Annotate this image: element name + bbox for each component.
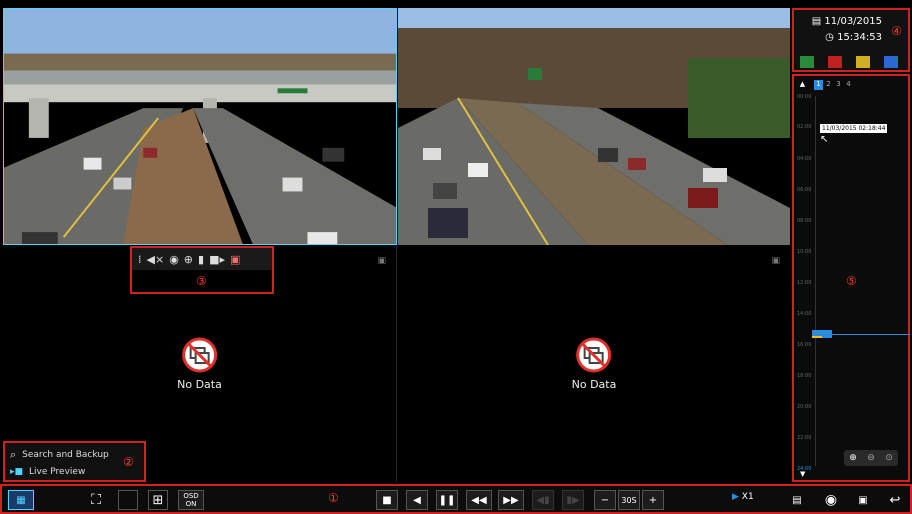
channel-tab-3[interactable]: 3 (834, 80, 843, 90)
mute-icon[interactable]: ◀× (147, 253, 165, 266)
snapshot-gallery-icon[interactable]: ▣ (852, 490, 874, 510)
close-image-icon[interactable]: ▣ (230, 253, 240, 266)
timeline-scroll-up-icon[interactable]: ▲ (798, 80, 807, 90)
search-icon: ⌕ (10, 447, 17, 461)
bottom-toolbar: ▦ ⛶ ⊞ OSD ON ① ■ ◀ ❚❚ ◀◀ ▶▶ ◀▮ ▮▶ − 30S … (0, 484, 912, 514)
speed-value: X1 (741, 492, 754, 502)
marker-5: ⑤ (846, 274, 857, 288)
time-tick: 12:00 (797, 280, 812, 286)
record-camera-icon: ▣ (771, 256, 780, 266)
marker-3: ③ (196, 274, 207, 288)
camera-view-2[interactable] (398, 8, 790, 245)
fast-forward-button[interactable]: ▶▶ (498, 490, 524, 510)
single-screen-icon[interactable] (118, 490, 138, 510)
timeline-panel[interactable]: ▲ 1 2 3 4 00:00 02:00 04:00 06:00 08:00 … (792, 74, 910, 482)
timeline-zoom-controls: ⊕ ⊖ ⊙ (844, 450, 898, 466)
event-list-icon[interactable]: ▤ (786, 490, 808, 510)
start-menu-icon[interactable]: ▦ (8, 490, 34, 510)
event-type-icons (800, 56, 898, 68)
pause-button[interactable]: ❚❚ (436, 490, 458, 510)
menu-item-label: Live Preview (29, 466, 86, 477)
date-display: ▤ 11/03/2015 (811, 16, 882, 27)
exit-icon[interactable]: ↩ (884, 490, 906, 510)
time-tick: 20:00 (797, 404, 812, 410)
interval-decrease-button[interactable]: − (594, 490, 616, 510)
zoom-reset-icon[interactable]: ⊙ (885, 453, 893, 463)
menu-item-label: Search and Backup (22, 449, 109, 460)
event-segment-ch1[interactable] (812, 336, 822, 338)
marker-1: ① (328, 491, 339, 505)
mouse-cursor-icon: ↖ (820, 134, 829, 145)
time-tick: 10:00 (797, 249, 812, 255)
channel-tab-1[interactable]: 1 (814, 80, 823, 90)
stop-button[interactable]: ■ (376, 490, 398, 510)
reverse-play-button[interactable]: ◀ (406, 490, 428, 510)
time-tick: 22:00 (797, 435, 812, 441)
time-tick: 02:00 (797, 124, 812, 130)
quad-screen-icon[interactable]: ⊞ (148, 490, 168, 510)
camera-view-1[interactable] (3, 8, 397, 245)
no-data-indicator: No Data (571, 337, 617, 391)
camera-toolbar: ⁞ ◀× ◉ ⊕ ▮ ■▸ ▣ ③ (130, 246, 274, 294)
manual-record-icon[interactable] (800, 56, 814, 68)
schedule-record-icon[interactable] (884, 56, 898, 68)
timeline-scroll-down-icon[interactable]: ▼ (800, 470, 805, 478)
time-tick: 18:00 (797, 373, 812, 379)
next-frame-button[interactable]: ▮▶ (562, 490, 584, 510)
osd-label: OSD (183, 492, 199, 500)
date-value: 11/03/2015 (824, 16, 882, 27)
zoom-in-icon[interactable]: ⊕ (184, 253, 193, 266)
rewind-button[interactable]: ◀◀ (466, 490, 492, 510)
time-tick: 04:00 (797, 156, 812, 162)
no-signal-icon (576, 337, 612, 373)
playback-speed: ▶ X1 (732, 492, 754, 502)
right-panel: ▤ 11/03/2015 ◷ 15:34:53 ④ ▲ 1 2 3 4 00:0… (792, 8, 910, 482)
interval-increase-button[interactable]: + (642, 490, 664, 510)
backup-icon[interactable]: ◉ (820, 490, 842, 510)
timeline-tooltip: 11/03/2015 02:18:44 (820, 124, 888, 133)
drag-handle-icon[interactable]: ⁞ (138, 253, 142, 266)
no-signal-icon (181, 337, 217, 373)
osd-value: ON (185, 500, 197, 508)
datetime-panel: ▤ 11/03/2015 ◷ 15:34:53 ④ (792, 8, 910, 72)
timeline-axis (815, 96, 816, 466)
camera-view-4[interactable]: ▣ No Data (398, 246, 790, 482)
play-icon: ▶ (732, 492, 739, 502)
time-value: 15:34:53 (837, 32, 882, 43)
context-menu: ⌕ Search and Backup ▸■ Live Preview ② (3, 441, 146, 482)
playback-screen: ▣ No Data ▣ No Data ⁞ ◀× ◉ ⊕ ▮ ■▸ ▣ ③ ⌕ … (0, 0, 912, 514)
time-tick: 14:00 (797, 311, 812, 317)
time-tick: 06:00 (797, 187, 812, 193)
interval-value: 30S (618, 490, 640, 510)
time-tick: 00:00 (797, 94, 812, 100)
menu-item-live-preview[interactable]: ▸■ Live Preview (10, 463, 139, 480)
no-data-indicator: No Data (177, 337, 222, 391)
channel-tab-4[interactable]: 4 (844, 80, 853, 90)
time-tick: 16:00 (797, 342, 812, 348)
highway-video-frame-2 (398, 8, 790, 245)
no-data-label: No Data (571, 378, 617, 391)
channel-tab-2[interactable]: 2 (824, 80, 833, 90)
highway-video-frame-1 (4, 9, 396, 244)
camera-icon: ▸■ (10, 466, 24, 477)
motion-record-icon[interactable] (856, 56, 870, 68)
zoom-out-icon[interactable]: ⊖ (867, 453, 875, 463)
snapshot-icon[interactable]: ◉ (169, 253, 179, 266)
no-data-label: No Data (177, 378, 222, 391)
record-camera-icon: ▣ (377, 256, 386, 266)
playback-position-line[interactable] (812, 334, 910, 335)
time-tick: 08:00 (797, 218, 812, 224)
fullscreen-icon[interactable]: ⛶ (84, 490, 108, 510)
marker-2: ② (123, 455, 134, 469)
record-clip-icon[interactable]: ■▸ (209, 253, 225, 266)
alarm-record-icon[interactable] (828, 56, 842, 68)
prev-frame-button[interactable]: ◀▮ (532, 490, 554, 510)
marker-4: ④ (891, 24, 902, 38)
osd-toggle-button[interactable]: OSD ON (178, 490, 204, 510)
time-display: ◷ 15:34:53 (825, 32, 882, 43)
zoom-in-icon[interactable]: ⊕ (849, 453, 857, 463)
menu-item-search-backup[interactable]: ⌕ Search and Backup (10, 446, 139, 463)
bookmark-icon[interactable]: ▮ (198, 253, 204, 266)
